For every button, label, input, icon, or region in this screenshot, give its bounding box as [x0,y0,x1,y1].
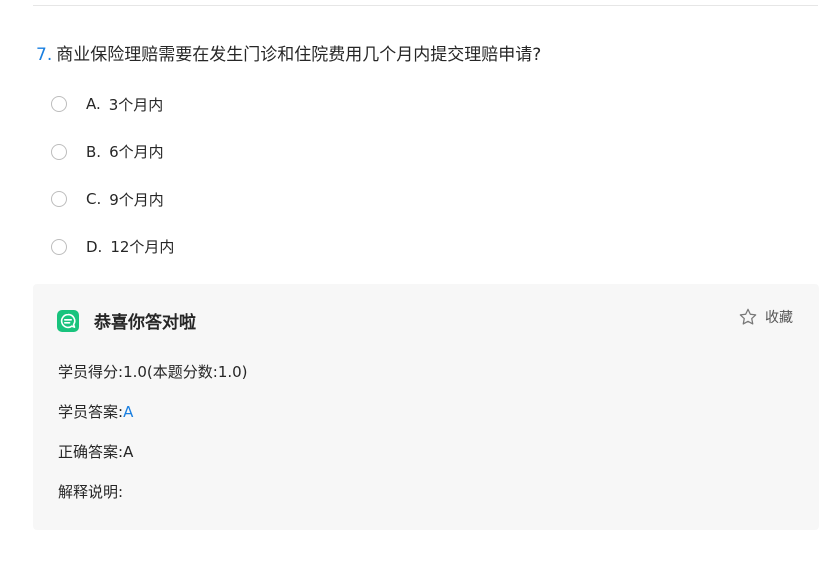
radio-button-b[interactable] [51,143,67,160]
options-list: A. 3个月内 B. 6个月内 C. 9个月内 D. 12个月内 [51,92,174,282]
option-text: 12个月内 [110,238,175,256]
score-label: 学员得分: [58,363,124,381]
option-text: 3个月内 [108,95,164,114]
explanation-label: 解释说明: [58,483,124,501]
option-a[interactable]: A. 3个月内 [51,92,174,116]
option-letter: C. [86,190,102,208]
radio-button-d[interactable] [51,238,67,255]
favorite-button[interactable]: 收藏 [738,307,793,327]
radio-button-c[interactable] [51,191,67,207]
star-outline-icon [739,308,757,325]
question-title: 7. 商业保险理赔需要在发生门诊和住院费用几个月内提交理赔申请? [36,43,541,67]
option-d[interactable]: D. 12个月内 [51,235,174,259]
correct-answer-value: A [123,443,134,461]
option-b[interactable]: B. 6个月内 [51,140,174,164]
student-answer-label: 学员答案: [58,403,124,421]
favorite-label: 收藏 [765,310,793,326]
option-letter: B. [86,142,102,161]
result-header: 恭喜你答对啦 [57,308,196,333]
correct-answer-row: 正确答案:A [58,441,133,462]
option-c[interactable]: C. 9个月内 [51,187,174,211]
radio-button-a[interactable] [51,96,67,112]
correct-answer-label: 正确答案: [58,443,124,461]
chat-bubble-icon [57,309,79,332]
student-answer-row: 学员答案:A [58,401,133,422]
explanation-row: 解释说明: [58,481,123,502]
quiz-page: 7. 商业保险理赔需要在发生门诊和住院费用几个月内提交理赔申请? A. 3个月内 … [0,0,830,566]
option-text: 9个月内 [109,190,164,209]
score-row: 学员得分:1.0(本题分数:1.0) [58,361,248,382]
result-title: 恭喜你答对啦 [94,313,196,333]
option-letter: D. [86,237,103,256]
option-text: 6个月内 [109,143,164,161]
question-text: 商业保险理赔需要在发生门诊和住院费用几个月内提交理赔申请? [56,45,542,65]
result-panel: 恭喜你答对啦 收藏 学员得分:1.0(本题分数:1.0) 学员答案:A 正确答案… [33,284,819,530]
score-value: 1.0(本题分数:1.0) [123,363,248,381]
student-answer-value: A [123,403,134,421]
top-divider [33,5,818,6]
question-number: 7. [36,45,53,65]
option-letter: A. [86,95,101,113]
